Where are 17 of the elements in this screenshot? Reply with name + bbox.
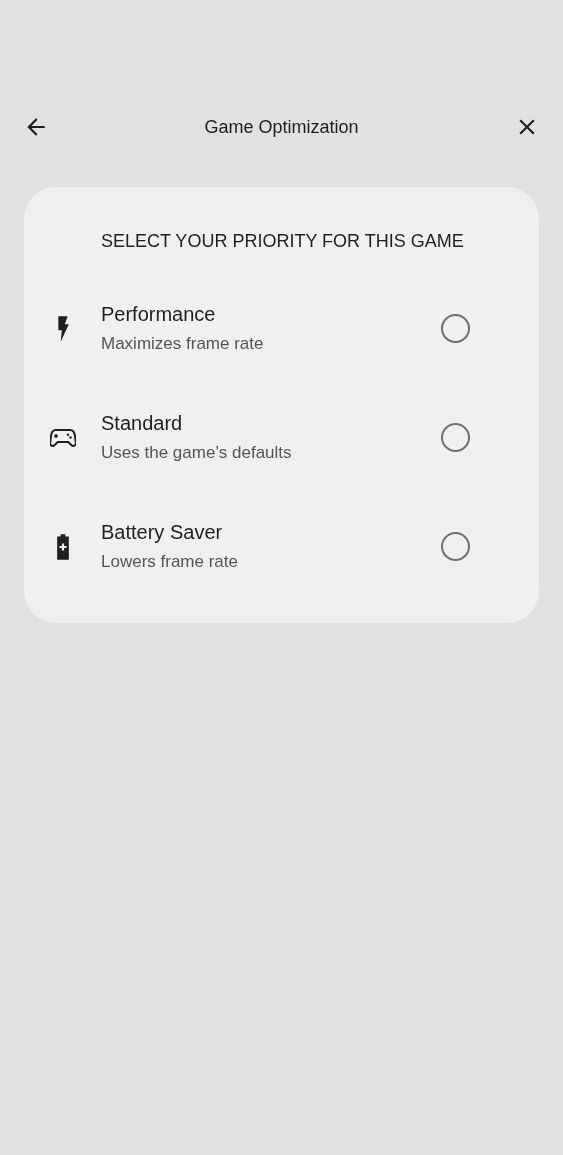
battery-icon (55, 532, 70, 561)
option-description: Uses the game’s defaults (101, 443, 292, 463)
option-row[interactable]: Battery Saver Lowers frame rate (24, 492, 539, 601)
lightning-icon (55, 314, 70, 343)
radio-button[interactable] (441, 314, 470, 343)
option-title: Battery Saver (101, 521, 223, 544)
option-title: Standard (101, 412, 183, 435)
option-row[interactable]: Performance Maximizes frame rate (24, 274, 539, 383)
section-heading: SELECT YOUR PRIORITY FOR THIS GAME (101, 231, 465, 252)
option-description: Lowers frame rate (101, 552, 238, 572)
option-title: Performance (101, 303, 216, 326)
gamepad-icon (49, 427, 76, 448)
option-row[interactable]: Standard Uses the game’s defaults (24, 383, 539, 492)
screen-title: Game Optimization (204, 116, 359, 138)
radio-button[interactable] (441, 423, 470, 452)
radio-button[interactable] (441, 532, 470, 561)
option-description: Maximizes frame rate (101, 334, 264, 354)
